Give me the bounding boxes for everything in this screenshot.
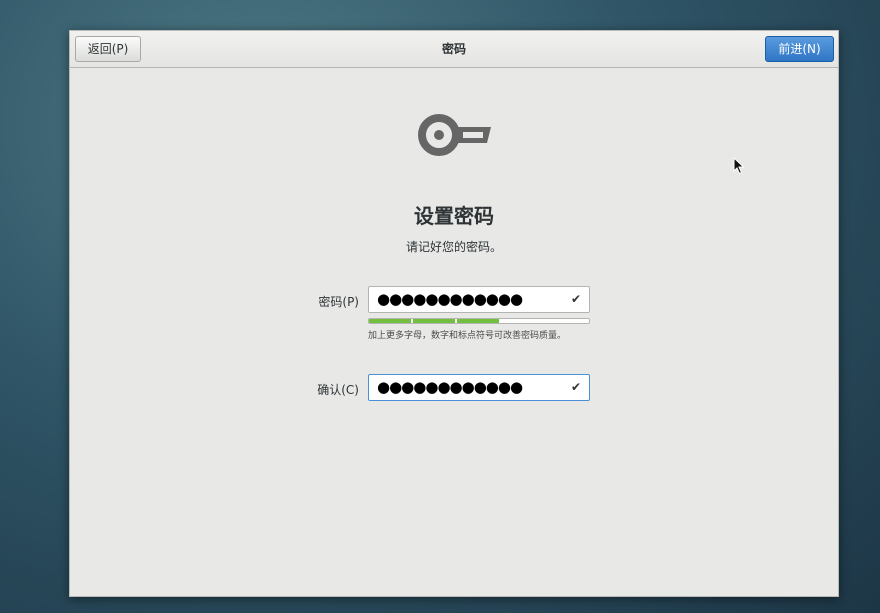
password-hint: 加上更多字母，数字和标点符号可改善密码质量。 bbox=[368, 331, 567, 341]
strength-divider bbox=[543, 319, 545, 323]
password-strength-fill bbox=[369, 319, 501, 323]
key-icon bbox=[418, 114, 491, 156]
strength-divider bbox=[455, 319, 457, 323]
strength-divider bbox=[499, 319, 501, 323]
password-masked-value: ●●●●●●●●●●●● bbox=[377, 290, 523, 308]
setup-window: 返回(P) 密码 前进(N) 设置密码 请记好您的密码。 密码(P) ●●●●●… bbox=[69, 30, 839, 597]
check-icon: ✔ bbox=[570, 292, 581, 306]
check-icon: ✔ bbox=[570, 380, 581, 394]
mouse-pointer-icon bbox=[733, 157, 745, 175]
password-label: 密码(P) bbox=[318, 295, 359, 309]
header-bar: 返回(P) 密码 前进(N) bbox=[70, 31, 838, 68]
page-subtitle: 请记好您的密码。 bbox=[405, 240, 502, 254]
password-field[interactable]: ●●●●●●●●●●●● ✔ bbox=[368, 286, 590, 313]
strength-divider bbox=[411, 319, 413, 323]
confirm-field[interactable]: ●●●●●●●●●●●● ✔ bbox=[368, 374, 590, 401]
header-title: 密码 bbox=[441, 42, 466, 56]
confirm-label: 确认(C) bbox=[317, 383, 359, 397]
page-title: 设置密码 bbox=[414, 204, 494, 228]
password-strength-bar bbox=[368, 318, 590, 324]
confirm-masked-value: ●●●●●●●●●●●● bbox=[377, 378, 523, 396]
next-button[interactable]: 前进(N) bbox=[765, 36, 834, 62]
